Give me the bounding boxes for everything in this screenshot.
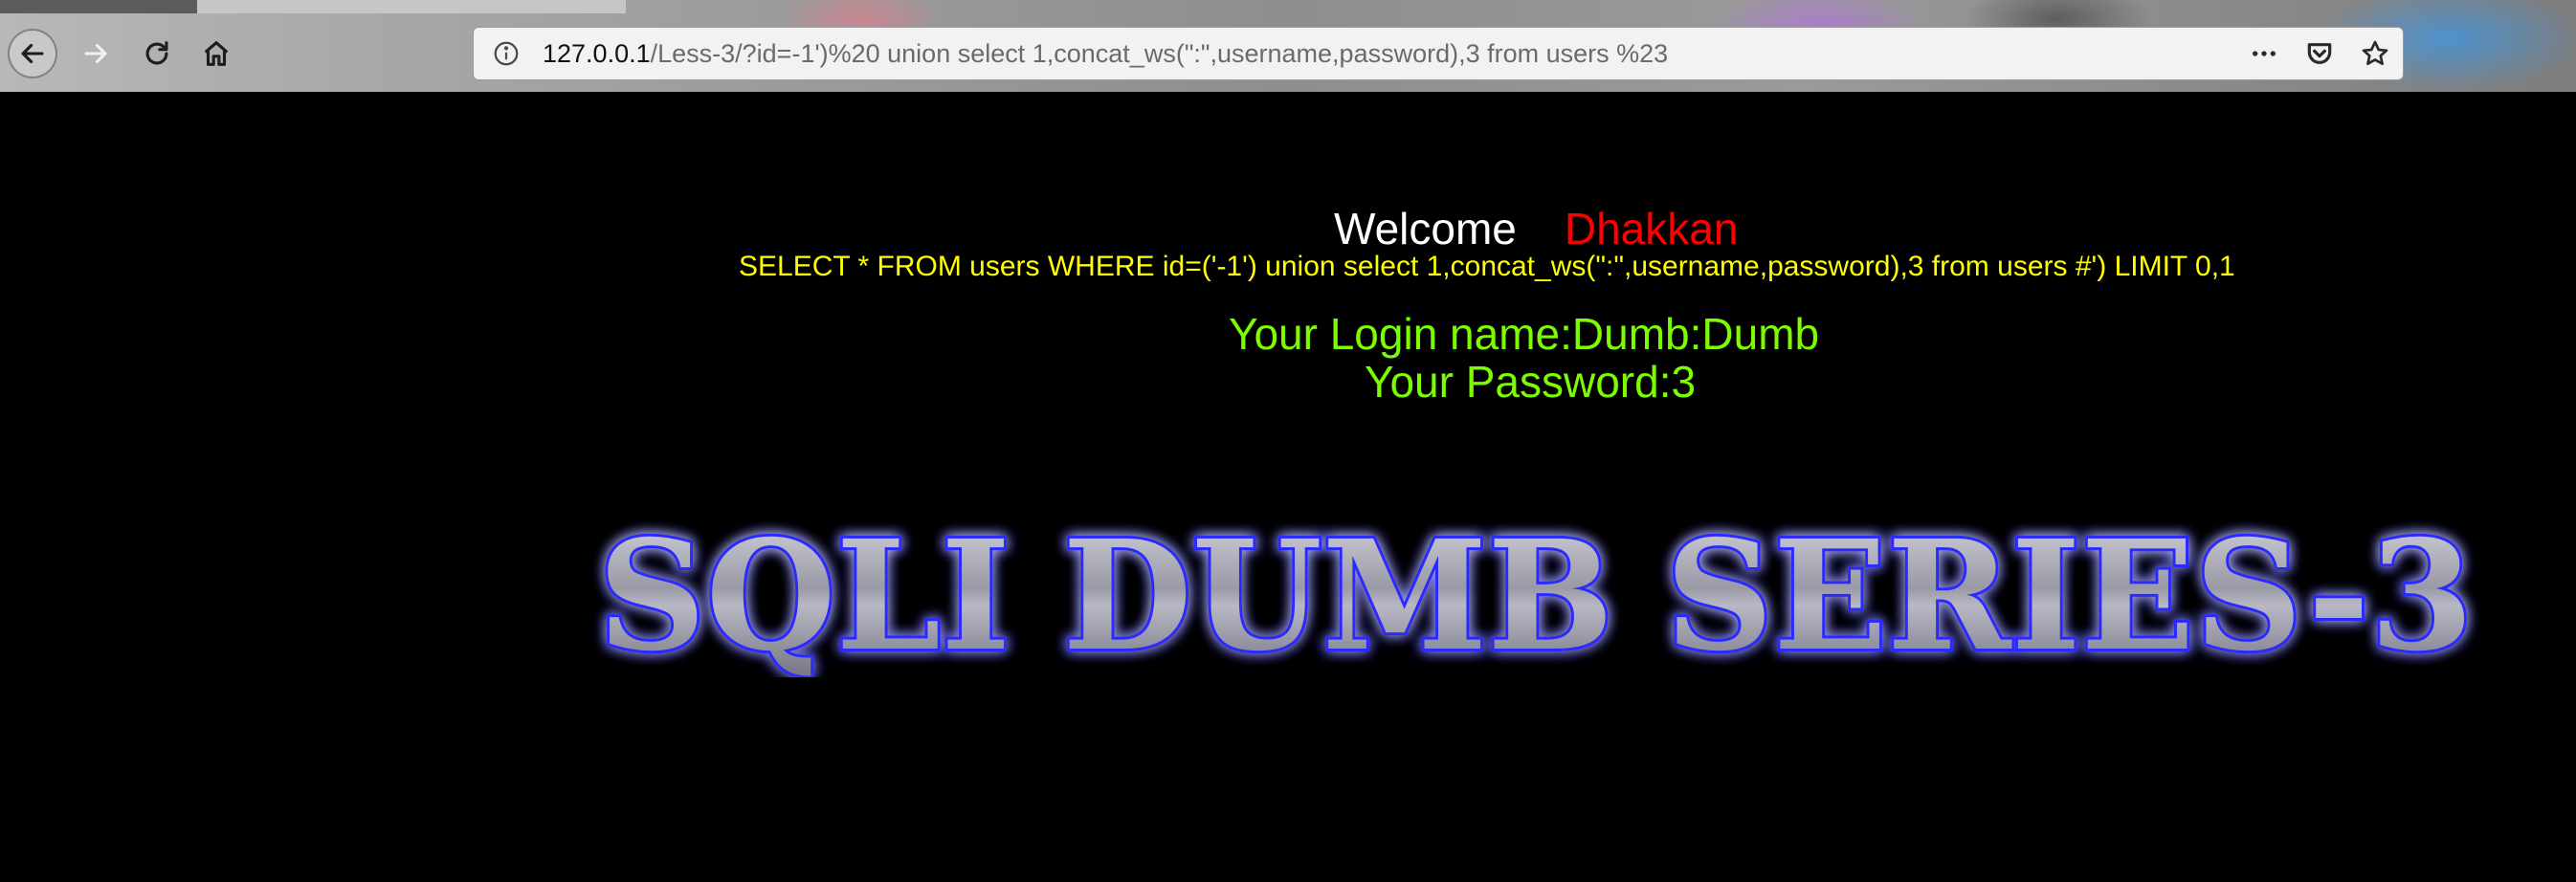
- sql-query-text: SELECT * FROM users WHERE id=('-1') unio…: [739, 251, 2235, 282]
- info-icon[interactable]: [489, 36, 523, 71]
- welcome-username: Dhakkan: [1564, 204, 1739, 254]
- tab-strip: [0, 0, 2576, 15]
- inactive-tab[interactable]: [197, 0, 626, 13]
- welcome-line: Welcome Dhakkan: [1334, 203, 1738, 254]
- banner-logo: SQLI DUMB SERIES-3: [595, 505, 2476, 677]
- address-bar[interactable]: 127.0.0.1/Less-3/?id=-1')%20 union selec…: [473, 27, 2404, 80]
- banner-title: SQLI DUMB SERIES-3: [598, 508, 2474, 677]
- home-button[interactable]: [191, 29, 241, 78]
- reload-button[interactable]: [132, 29, 182, 78]
- password-result: Your Password:3: [1365, 357, 1697, 407]
- url-host: 127.0.0.1: [543, 38, 651, 68]
- url-path: /Less-3/?id=-1')%20 union select 1,conca…: [650, 38, 1669, 68]
- home-icon: [204, 41, 229, 66]
- login-name-result: Your Login name:Dumb:Dumb: [1229, 309, 1820, 359]
- page-content: Welcome Dhakkan SELECT * FROM users WHERE…: [0, 92, 2576, 882]
- pocket-icon[interactable]: [2301, 35, 2338, 72]
- url-actions: [2246, 28, 2393, 79]
- more-icon[interactable]: [2246, 35, 2282, 72]
- welcome-text: Welcome: [1334, 204, 1517, 254]
- active-tab[interactable]: [0, 0, 197, 13]
- back-button[interactable]: [8, 29, 57, 78]
- forward-button[interactable]: [71, 29, 121, 78]
- reload-icon: [145, 41, 168, 65]
- back-arrow-icon: [21, 43, 44, 64]
- url-text[interactable]: 127.0.0.1/Less-3/?id=-1')%20 union selec…: [543, 39, 1668, 69]
- forward-arrow-icon: [84, 43, 107, 64]
- bookmark-star-icon[interactable]: [2357, 35, 2393, 72]
- browser-toolbar: 127.0.0.1/Less-3/?id=-1')%20 union selec…: [0, 0, 2576, 93]
